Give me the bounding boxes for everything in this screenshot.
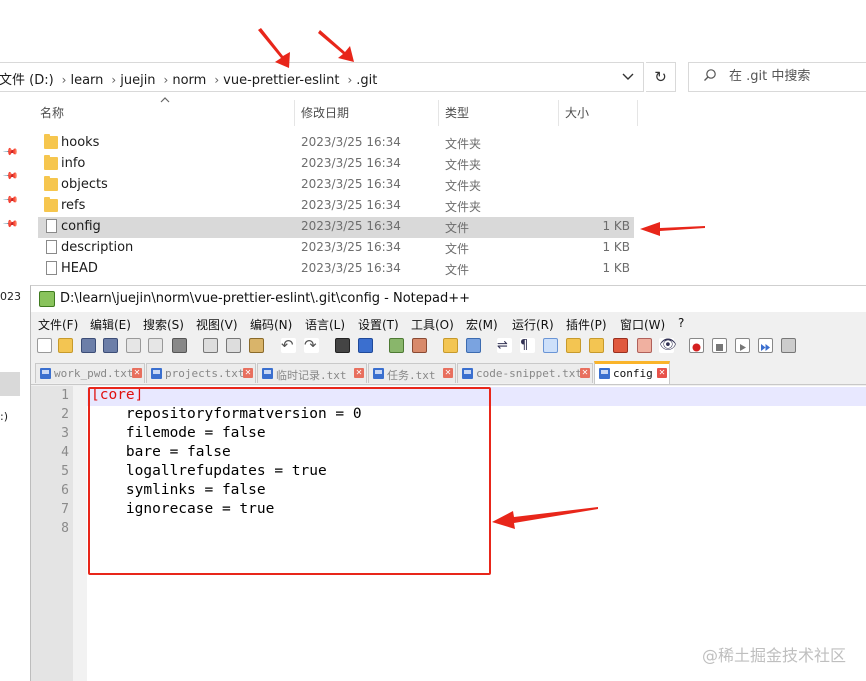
watermark: @稀土掘金技术社区 bbox=[702, 646, 847, 665]
annotation-arrow bbox=[318, 30, 354, 62]
annotation-arrow bbox=[258, 28, 290, 68]
annotation-arrow bbox=[492, 507, 598, 529]
annotation-arrows bbox=[258, 28, 705, 529]
annotation-arrow bbox=[640, 222, 705, 236]
